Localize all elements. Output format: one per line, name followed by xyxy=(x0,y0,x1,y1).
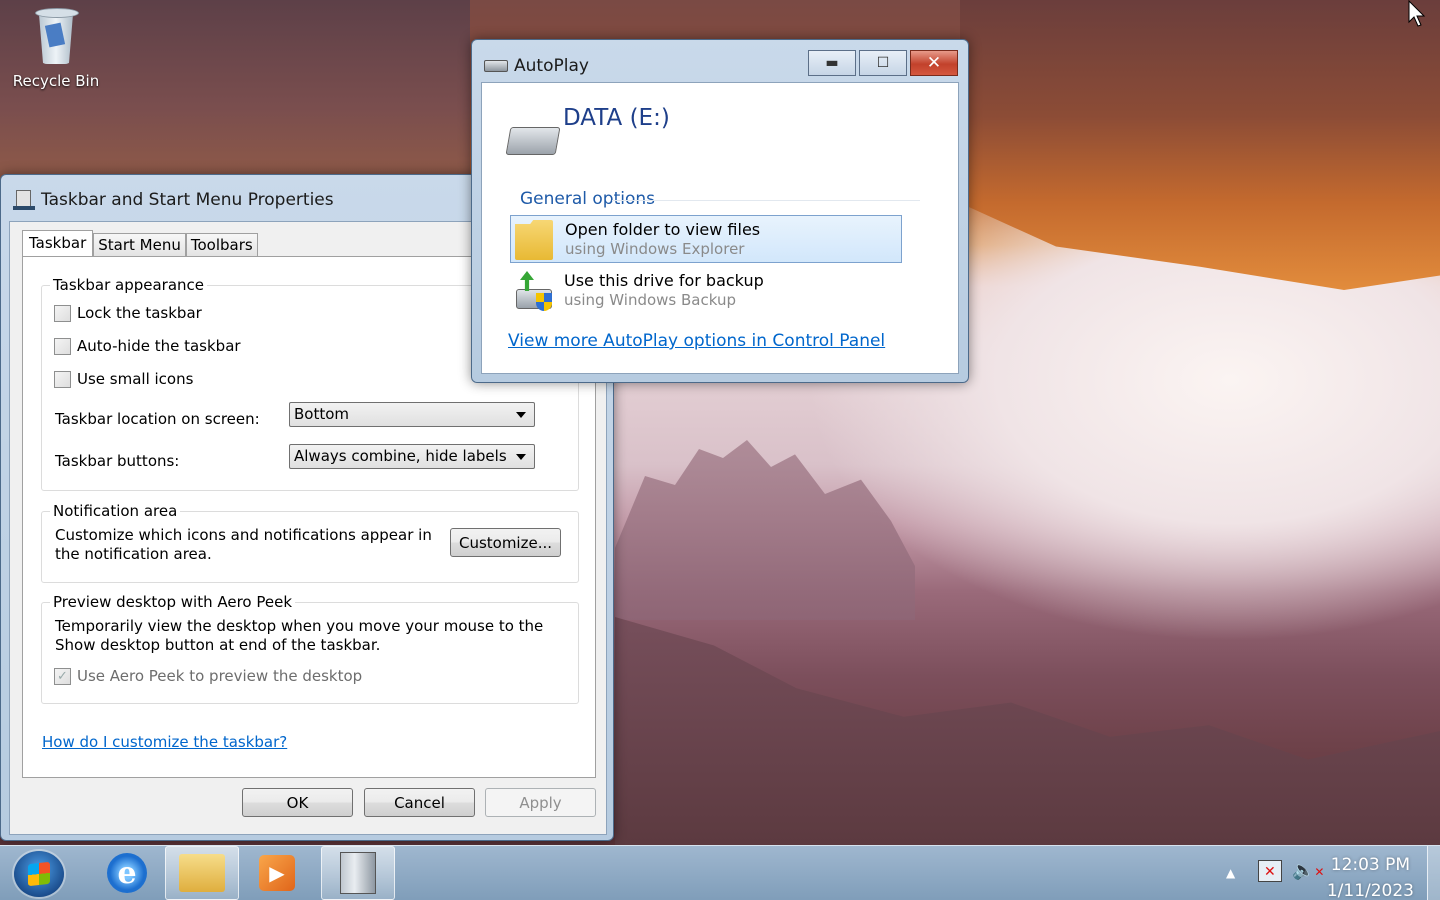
chevron-down-icon xyxy=(516,412,526,418)
aero-peek-description: Temporarily view the desktop when you mo… xyxy=(55,617,544,654)
taskbar-location-select[interactable]: Bottom xyxy=(289,402,535,427)
checkbox-box[interactable] xyxy=(54,370,71,388)
minimize-icon: ▬ xyxy=(825,55,839,71)
customize-button[interactable]: Customize... xyxy=(450,528,561,557)
taskbar: e ▶ ▲ ✕ 🔈✕ 12:03 PM 1/11/2023 xyxy=(0,845,1440,900)
taskbar-location-label: Taskbar location on screen: xyxy=(55,410,260,428)
close-icon: ✕ xyxy=(926,53,942,73)
network-icon[interactable]: ✕ xyxy=(1258,860,1282,887)
select-value: Always combine, hide labels xyxy=(294,447,507,465)
desktop-icon-recycle-bin[interactable]: Recycle Bin xyxy=(8,6,104,90)
windows-explorer-icon xyxy=(179,854,225,892)
window-title-text: AutoPlay xyxy=(514,56,589,76)
start-button[interactable] xyxy=(14,851,64,897)
window-title: AutoPlay xyxy=(484,56,589,76)
autoplay-window: AutoPlay ▬ ☐ ✕ DATA (E:) General options… xyxy=(471,39,969,383)
divider xyxy=(612,200,920,201)
group-title: Preview desktop with Aero Peek xyxy=(50,593,296,611)
checkbox-box[interactable] xyxy=(54,337,71,355)
chevron-down-icon xyxy=(516,454,526,460)
media-player-icon: ▶ xyxy=(259,855,295,891)
tab-toolbars[interactable]: Toolbars xyxy=(185,233,258,256)
cancel-button[interactable]: Cancel xyxy=(364,788,475,817)
help-link[interactable]: How do I customize the taskbar? xyxy=(42,733,287,751)
system-tray: ▲ ✕ 🔈✕ 12:03 PM 1/11/2023 xyxy=(1180,846,1440,900)
tab-strip: Taskbar Start Menu Toolbars xyxy=(22,230,258,256)
tab-taskbar[interactable]: Taskbar xyxy=(22,230,94,256)
group-title: Notification area xyxy=(50,502,181,520)
drive-label: DATA (E:) xyxy=(563,105,670,131)
autohide-taskbar-checkbox[interactable]: Auto-hide the taskbar xyxy=(54,337,241,355)
desktop-icon-label: Recycle Bin xyxy=(12,72,100,90)
apply-button[interactable]: Apply xyxy=(485,788,596,817)
taskbar-app-media-player[interactable]: ▶ xyxy=(240,846,314,900)
checkbox-box[interactable] xyxy=(54,304,71,322)
window-title: Taskbar and Start Menu Properties xyxy=(13,189,334,211)
drive-icon xyxy=(505,127,561,155)
option-open-folder[interactable]: Open folder to view files using Windows … xyxy=(510,215,902,263)
checkbox-label: Lock the taskbar xyxy=(77,304,202,322)
ok-button[interactable]: OK xyxy=(242,788,353,817)
clock-date: 1/11/2023 xyxy=(1326,881,1414,900)
background-mesa xyxy=(615,440,915,620)
backup-icon xyxy=(514,271,552,311)
group-aero-peek: Preview desktop with Aero Peek Temporari… xyxy=(41,593,579,704)
taskbar-buttons-label: Taskbar buttons: xyxy=(55,452,180,470)
option-backup[interactable]: Use this drive for backup using Windows … xyxy=(510,267,902,315)
taskbar-app-internet-explorer[interactable]: e xyxy=(90,846,164,900)
tab-start-menu[interactable]: Start Menu xyxy=(93,233,186,256)
aero-peek-checkbox[interactable]: ✓ Use Aero Peek to preview the desktop xyxy=(54,667,362,685)
drive-icon xyxy=(484,60,508,72)
option-title: Open folder to view files xyxy=(565,220,761,239)
checkbox-label: Use Aero Peek to preview the desktop xyxy=(77,667,363,685)
clock-time: 12:03 PM xyxy=(1330,855,1411,875)
window-client: DATA (E:) General options Open folder to… xyxy=(481,82,959,374)
group-notification-area: Notification area Customize which icons … xyxy=(41,502,579,583)
select-value: Bottom xyxy=(294,405,350,423)
option-subtitle: using Windows Explorer xyxy=(565,240,745,258)
taskbar-app-taskbar-properties[interactable] xyxy=(321,846,395,900)
taskbar-properties-icon xyxy=(13,189,35,211)
show-hidden-icons-button[interactable]: ▲ xyxy=(1226,866,1235,880)
checkbox-label: Auto-hide the taskbar xyxy=(77,337,241,355)
show-desktop-button[interactable] xyxy=(1427,846,1440,900)
general-options-heading: General options xyxy=(520,189,656,209)
minimize-button[interactable]: ▬ xyxy=(808,50,856,76)
maximize-icon: ☐ xyxy=(876,55,890,71)
background-arch xyxy=(960,0,1440,290)
window-title-text: Taskbar and Start Menu Properties xyxy=(41,190,334,210)
small-icons-checkbox[interactable]: Use small icons xyxy=(54,370,193,388)
group-title: Taskbar appearance xyxy=(50,276,208,294)
control-panel-link[interactable]: View more AutoPlay options in Control Pa… xyxy=(508,331,885,351)
notification-description: Customize which icons and notifications … xyxy=(55,526,432,563)
maximize-button[interactable]: ☐ xyxy=(859,50,907,76)
mouse-cursor-icon xyxy=(1408,0,1426,27)
internet-explorer-icon: e xyxy=(107,853,147,893)
option-title: Use this drive for backup xyxy=(564,271,764,290)
folder-icon xyxy=(515,220,553,260)
clock[interactable]: 12:03 PM 1/11/2023 xyxy=(1327,852,1414,900)
windows-logo-icon xyxy=(28,861,50,887)
taskbar-properties-icon xyxy=(340,852,376,894)
checkbox-box[interactable]: ✓ xyxy=(54,667,71,685)
option-subtitle: using Windows Backup xyxy=(564,291,736,309)
caption-buttons: ▬ ☐ ✕ xyxy=(808,50,958,76)
taskbar-app-windows-explorer[interactable] xyxy=(165,846,239,900)
close-button[interactable]: ✕ xyxy=(910,50,958,76)
taskbar-buttons-select[interactable]: Always combine, hide labels xyxy=(289,444,535,469)
checkbox-label: Use small icons xyxy=(77,370,194,388)
recycle-bin-icon xyxy=(35,6,79,66)
lock-taskbar-checkbox[interactable]: Lock the taskbar xyxy=(54,304,202,322)
volume-muted-icon[interactable]: 🔈✕ xyxy=(1292,860,1324,881)
